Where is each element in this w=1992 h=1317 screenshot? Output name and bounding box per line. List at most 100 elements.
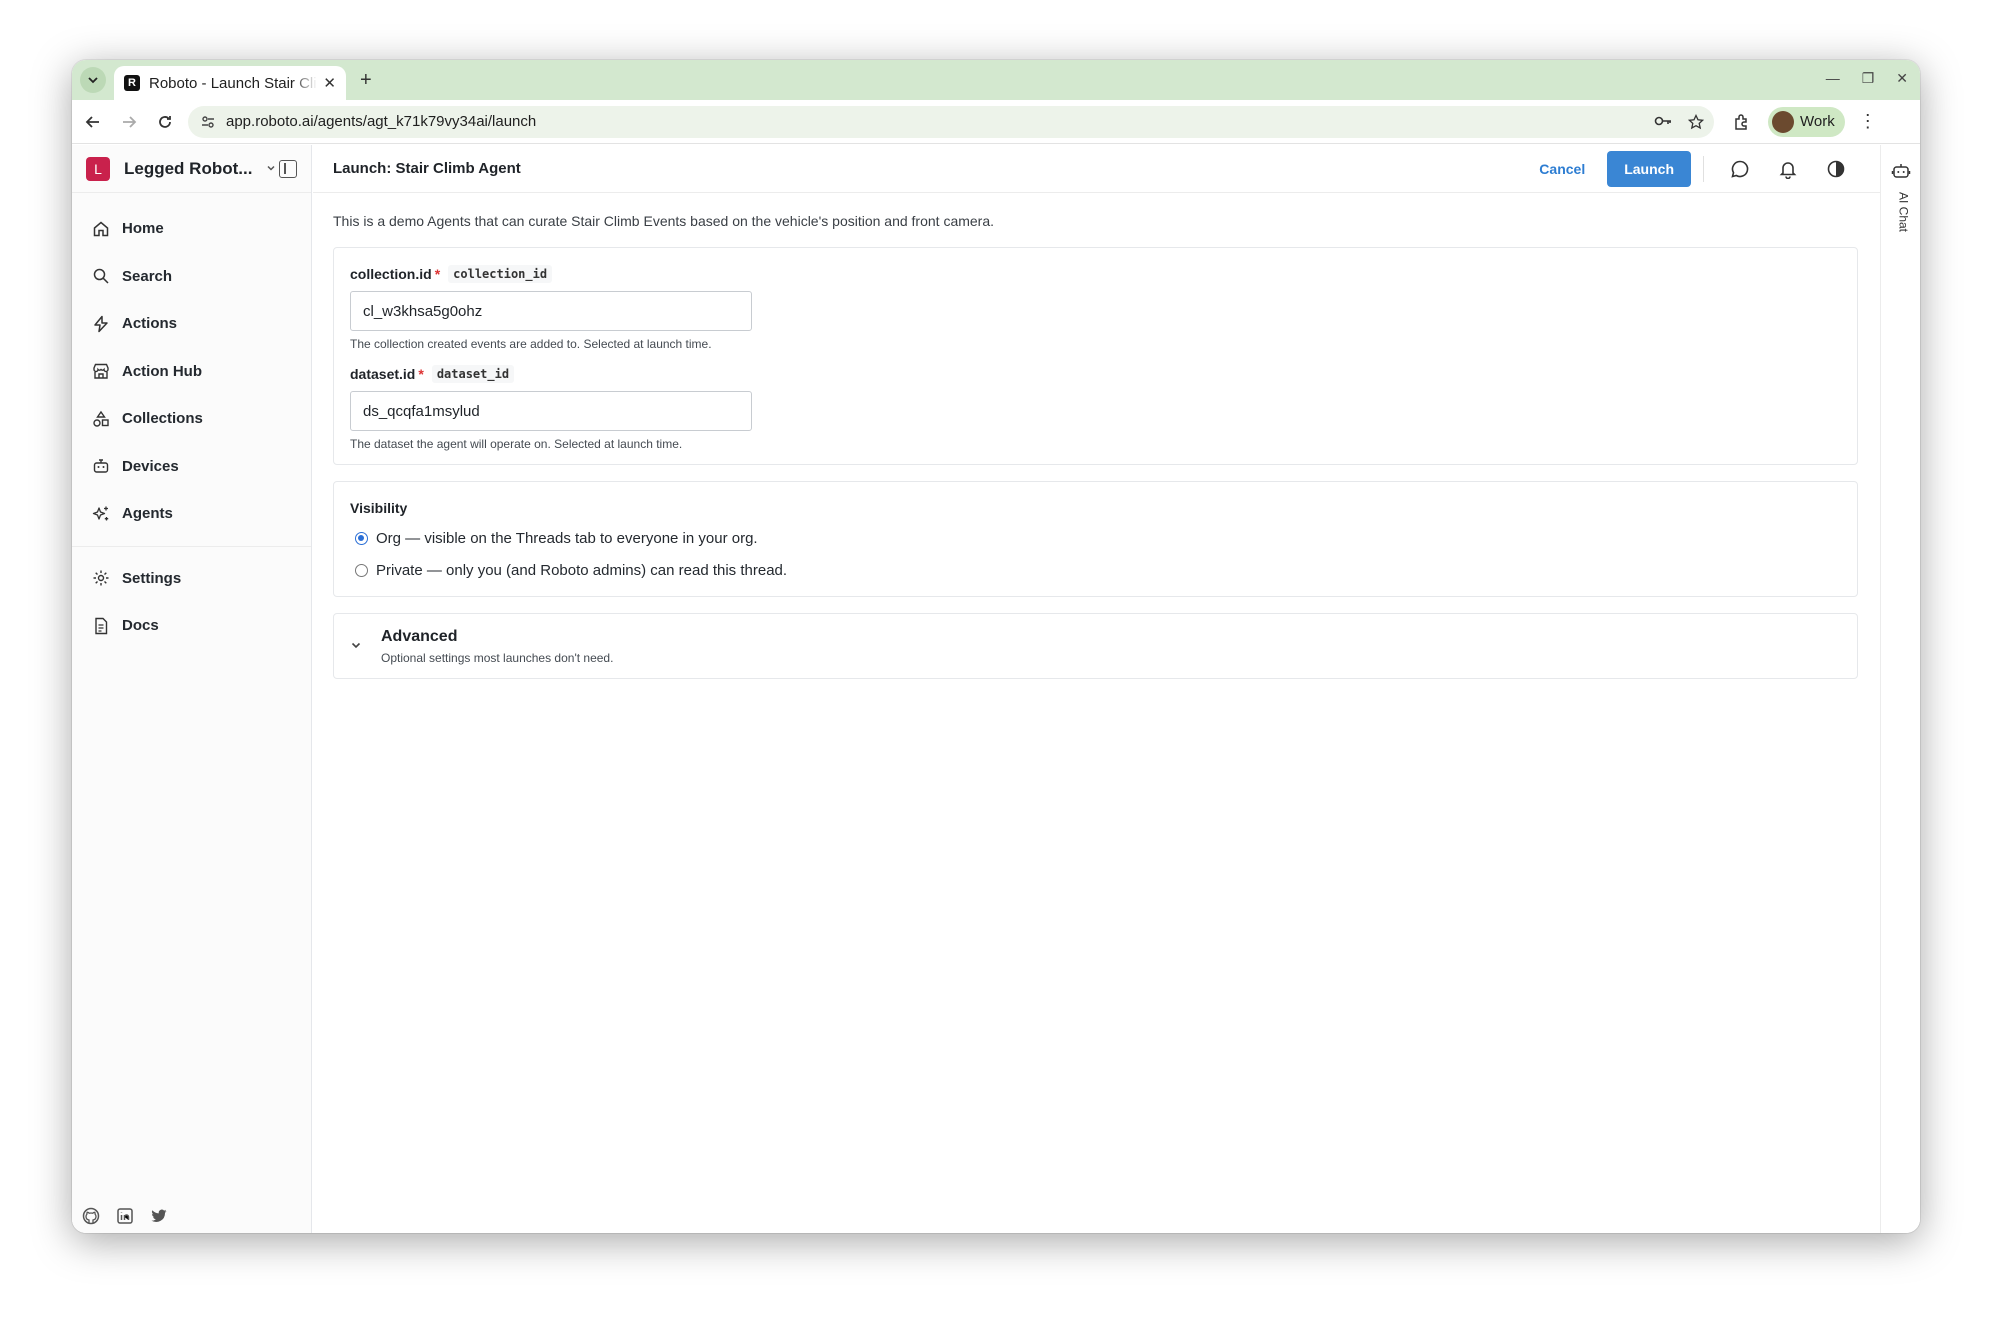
theme-toggle-icon[interactable] [1812,159,1860,179]
org-switcher[interactable]: L Legged Robot... [72,145,311,193]
visibility-option-org[interactable]: Org — visible on the Threads tab to ever… [350,522,1841,554]
page-header: Launch: Stair Climb Agent Cancel Launch [313,145,1880,193]
puzzle-icon [1735,113,1747,130]
profile-button[interactable]: Work [1768,106,1845,137]
bookmark-star-icon[interactable] [1688,113,1704,130]
advanced-section[interactable]: Advanced Optional settings most launches… [333,613,1858,679]
document-icon [95,617,108,634]
profile-avatar [1772,110,1794,133]
field-label: dataset.id * dataset_id [350,365,1841,383]
org-name: Legged Robot... [124,158,253,178]
home-icon [93,221,109,236]
search-icon [93,269,109,284]
new-tab-button[interactable]: + [360,69,372,92]
restore-icon[interactable]: ❐ [1862,70,1875,87]
sidebar-item-action-hub[interactable]: Action Hub [72,348,311,396]
sidebar-item-label: Search [122,267,173,285]
dataset-id-field: dataset.id * dataset_id The dataset the … [350,365,1841,451]
dataset-id-input[interactable] [350,391,752,431]
address-bar[interactable]: app.roboto.ai/agents/agt_k71k79vy34ai/la… [188,105,1714,138]
radio-button[interactable] [355,563,368,577]
field-label: collection.id * collection_id [350,265,1841,283]
sidebar-item-agents[interactable]: Agents [72,490,311,538]
visibility-card: Visibility Org — visible on the Threads … [333,481,1858,597]
reload-icon [159,115,171,128]
social-links [82,1207,168,1225]
close-window-icon[interactable]: ✕ [1896,70,1908,87]
extensions-button[interactable] [1730,110,1754,134]
browser-window: R Roboto - Launch Stair Climb Agent ✕ + … [72,60,1920,1233]
chevron-down-icon [266,162,276,176]
sidebar-item-settings[interactable]: Settings [72,555,311,603]
main-content: Launch: Stair Climb Agent Cancel Launch [313,145,1880,1233]
browser-toolbar: app.roboto.ai/agents/agt_k71k79vy34ai/la… [72,100,1920,144]
gear-icon [93,570,109,586]
sidebar-item-label: Actions [122,315,178,333]
field-label-text: dataset.id [350,366,416,382]
sidebar-item-label: Collections [122,410,203,428]
shapes-icon [93,410,109,427]
profile-label: Work [1800,113,1835,130]
sidebar-item-label: Devices [122,457,179,475]
chevron-down-icon [350,639,368,654]
field-help-text: The dataset the agent will operate on. S… [350,437,683,451]
minimize-icon[interactable]: — [1826,70,1840,87]
github-icon[interactable] [82,1207,100,1225]
agent-description: This is a demo Agents that can curate St… [333,213,995,229]
back-button[interactable] [78,107,108,137]
tab-search-button[interactable] [80,67,106,93]
page-title: Launch: Stair Climb Agent [333,160,521,177]
sidebar-item-collections[interactable]: Collections [72,395,311,443]
browser-menu-icon[interactable]: ⋮ [1859,111,1877,132]
org-avatar: L [86,156,110,181]
url-text[interactable]: app.roboto.ai/agents/agt_k71k79vy34ai/la… [226,113,1654,130]
required-marker: * [434,266,441,282]
site-info-icon[interactable] [198,112,218,132]
sidebar-item-label: Home [122,220,164,238]
advanced-title: Advanced [381,628,458,645]
sidebar: L Legged Robot... Home Search Actions Ac… [72,145,312,1233]
sidebar-item-label: Settings [122,569,182,587]
linkedin-icon[interactable] [116,1207,134,1225]
ai-chat-rail[interactable]: AI Chat [1880,145,1920,1233]
radio-button-checked[interactable] [355,531,368,545]
visibility-option-private[interactable]: Private — only you (and Roboto admins) c… [350,554,1841,586]
sidebar-item-actions[interactable]: Actions [72,300,311,348]
key-icon[interactable] [1654,114,1672,128]
radio-label: Private — only you (and Roboto admins) c… [376,561,788,579]
browser-tab[interactable]: R Roboto - Launch Stair Climb Agent ✕ [114,66,346,100]
reload-button[interactable] [150,107,180,137]
sidebar-item-devices[interactable]: Devices [72,443,311,491]
roboto-app: L Legged Robot... Home Search Actions Ac… [72,145,1920,1233]
bell-icon[interactable] [1764,159,1812,179]
tab-strip: R Roboto - Launch Stair Climb Agent ✕ + … [72,60,1920,100]
sidebar-item-label: Action Hub [122,362,202,380]
robot-icon [93,459,109,473]
sidebar-nav: Home Search Actions Action Hub Collectio… [72,193,311,650]
collapse-sidebar-icon[interactable] [279,159,297,178]
chat-bubble-icon[interactable] [1716,159,1764,179]
twitter-icon[interactable] [150,1207,168,1225]
close-tab-icon[interactable]: ✕ [323,74,336,92]
arrow-left-icon [85,115,99,128]
sidebar-item-home[interactable]: Home [72,205,311,253]
launch-button[interactable]: Launch [1607,150,1691,187]
sidebar-item-search[interactable]: Search [72,253,311,301]
store-icon [93,364,109,379]
radio-label: Org — visible on the Threads tab to ever… [376,529,758,547]
sidebar-item-docs[interactable]: Docs [72,602,311,650]
visibility-title: Visibility [350,500,408,516]
omnibox-actions [1654,113,1704,130]
field-code-tag: collection_id [448,265,553,283]
sidebar-item-label: Agents [122,505,173,523]
sidebar-item-label: Docs [122,617,159,635]
collection-id-input[interactable] [350,291,752,331]
launch-form: This is a demo Agents that can curate St… [313,193,1880,679]
roboto-favicon-icon: R [124,75,140,91]
parameters-card: collection.id * collection_id The collec… [333,247,1858,465]
sidebar-divider [72,545,311,547]
forward-button[interactable] [114,107,144,137]
ai-chat-label: AI Chat [1896,192,1911,233]
cancel-button[interactable]: Cancel [1539,161,1585,177]
header-actions: Cancel Launch [1539,150,1860,187]
